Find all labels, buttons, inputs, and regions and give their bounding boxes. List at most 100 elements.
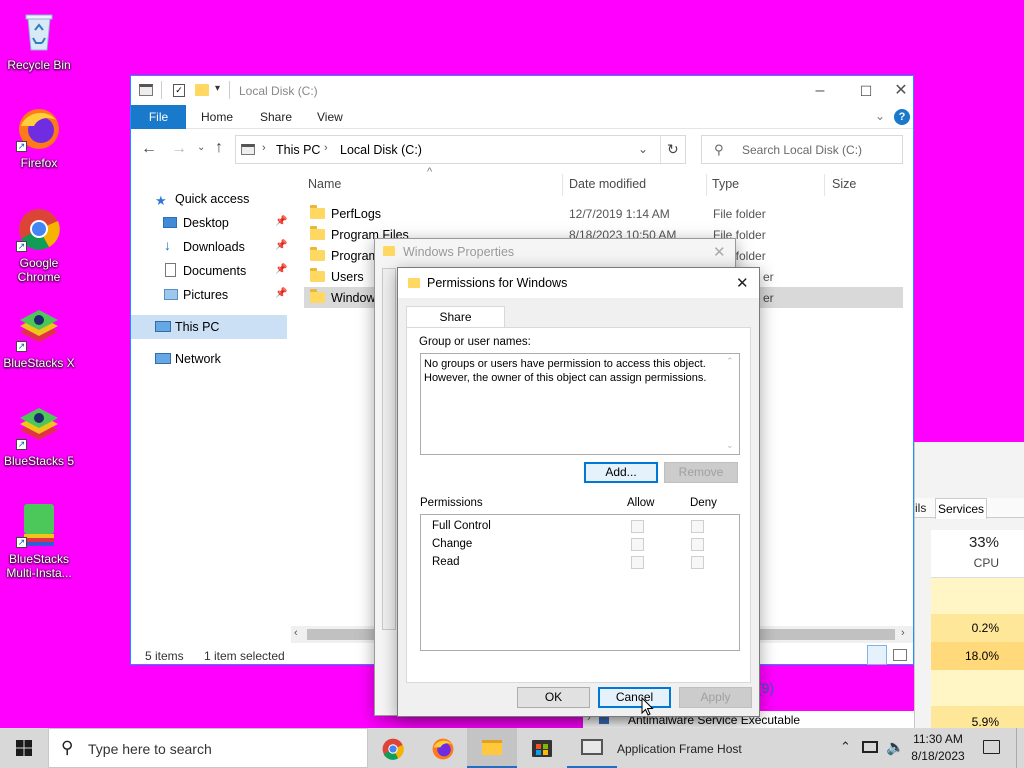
search-box[interactable]: ⚲ Search Local Disk (C:) <box>701 135 903 164</box>
add-button[interactable]: Add... <box>584 462 658 483</box>
close-button[interactable]: ✕ <box>889 76 913 106</box>
qat-dropdown-icon[interactable]: ▾ <box>215 83 220 94</box>
nav-pictures[interactable]: Pictures <box>183 284 228 306</box>
desktop-icon-firefox[interactable]: ↗ Firefox <box>2 106 76 170</box>
tab-view[interactable]: View <box>317 105 343 129</box>
address-dropdown-icon[interactable]: ⌄ <box>638 142 648 156</box>
nav-downloads[interactable]: Downloads <box>183 236 245 258</box>
back-arrow-icon[interactable]: ← <box>141 140 157 158</box>
column-type[interactable]: Type <box>712 177 739 191</box>
deny-full-control-checkbox[interactable] <box>691 520 704 533</box>
volume-icon[interactable]: 🔈 <box>886 738 905 756</box>
notifications-icon[interactable] <box>983 740 1000 754</box>
minimize-button[interactable]: – <box>797 76 843 106</box>
nav-quick-access[interactable]: Quick access <box>175 188 249 210</box>
clock-time[interactable]: 11:30 AM <box>906 732 970 746</box>
breadcrumb-chevron-icon[interactable]: › <box>262 142 266 154</box>
taskbar-file-explorer[interactable] <box>467 728 517 768</box>
task-manager-window[interactable]: ils Services 33% CPU 0.2% 18.0% 5.9% <box>914 442 1024 729</box>
breadcrumb-this-pc[interactable]: This PC <box>276 143 320 157</box>
nav-network[interactable]: Network <box>175 348 221 370</box>
deny-read-checkbox[interactable] <box>691 556 704 569</box>
column-divider[interactable] <box>562 174 563 196</box>
permissions-dialog[interactable]: Permissions for Windows ✕ Share Permissi… <box>397 267 760 717</box>
maximize-button[interactable]: ☐ <box>843 76 889 106</box>
tab-share-permissions[interactable]: Share Permissions <box>406 306 505 344</box>
pin-icon[interactable]: 📌 <box>275 288 287 299</box>
scroll-down-icon[interactable]: ⌄ <box>726 440 734 451</box>
search-icon: ⚲ <box>714 142 724 157</box>
group-list[interactable]: No groups or users have permission to ac… <box>420 353 740 455</box>
column-date-modified[interactable]: Date modified <box>569 177 646 191</box>
properties-qat-icon[interactable]: ✓ <box>173 84 185 97</box>
tab-details-partial[interactable]: ils <box>915 501 926 515</box>
cpu-value: 18.0% <box>964 649 999 663</box>
tab-home[interactable]: Home <box>201 105 233 129</box>
column-divider[interactable] <box>706 174 707 196</box>
taskbar-store[interactable] <box>528 734 558 764</box>
tab-share[interactable]: Share <box>260 105 292 129</box>
new-folder-qat-icon[interactable] <box>195 84 209 96</box>
column-divider[interactable] <box>824 174 825 196</box>
allow-change-checkbox[interactable] <box>631 538 644 551</box>
column-size[interactable]: Size <box>832 177 856 191</box>
search-input[interactable]: Search Local Disk (C:) <box>742 143 862 157</box>
desktop-icon <box>163 217 177 228</box>
taskbar-search-input[interactable]: Type here to search <box>88 741 212 757</box>
refresh-icon[interactable]: ↻ <box>667 141 679 158</box>
nav-documents[interactable]: Documents <box>183 260 246 282</box>
pin-icon[interactable]: 📌 <box>275 240 287 251</box>
remove-button[interactable]: Remove <box>664 462 738 483</box>
scroll-left-icon[interactable]: ‹ <box>294 627 298 639</box>
nav-this-pc[interactable]: This PC <box>175 316 219 338</box>
ok-button[interactable]: OK <box>517 687 590 708</box>
pin-icon[interactable]: 📌 <box>275 264 287 275</box>
taskbar-firefox[interactable] <box>428 734 458 764</box>
table-row[interactable]: PerfLogs 12/7/2019 1:14 AM File folder <box>304 204 904 224</box>
deny-change-checkbox[interactable] <box>691 538 704 551</box>
desktop-icon-recycle-bin[interactable]: Recycle Bin <box>2 8 76 72</box>
clock-date[interactable]: 8/18/2023 <box>906 749 970 763</box>
desktop-icon-label: BlueStacks X <box>3 356 75 370</box>
pin-icon[interactable]: 📌 <box>275 216 287 227</box>
taskbar-search-box[interactable]: ⚲ Type here to search <box>48 728 368 768</box>
recent-locations-icon[interactable]: ⌄ <box>197 142 205 153</box>
desktop-icon-bluestacks-5[interactable]: ↗ BlueStacks 5 <box>2 404 76 468</box>
desktop-icon-bluestacks-multi[interactable]: ↗ BlueStacks Multi-Insta... <box>2 502 76 580</box>
allow-full-control-checkbox[interactable] <box>631 520 644 533</box>
recycle-bin-icon <box>16 8 62 54</box>
taskbar-chrome[interactable] <box>378 734 408 764</box>
desktop-icon-chrome[interactable]: ↗ Google Chrome <box>2 206 76 284</box>
show-desktop-button[interactable] <box>1016 728 1024 768</box>
tab-services[interactable]: Services <box>935 498 987 519</box>
close-icon[interactable]: ✕ <box>736 274 749 292</box>
taskbar-task-manager[interactable] <box>567 728 617 768</box>
start-button[interactable] <box>0 728 48 768</box>
help-icon[interactable]: ? <box>894 109 910 125</box>
network-icon[interactable] <box>862 741 878 753</box>
forward-arrow-icon[interactable]: → <box>171 140 187 158</box>
close-icon[interactable]: ✕ <box>713 243 726 261</box>
breadcrumb-current[interactable]: Local Disk (C:) <box>340 143 422 157</box>
cancel-button[interactable]: Cancel <box>598 687 671 708</box>
shortcut-arrow-icon: ↗ <box>16 241 27 252</box>
large-icons-view-icon[interactable] <box>893 649 907 661</box>
up-arrow-icon[interactable]: ↑ <box>215 139 223 157</box>
nav-desktop[interactable]: Desktop <box>183 212 229 234</box>
expand-ribbon-icon[interactable]: ⌄ <box>875 109 885 123</box>
desktop-icon-bluestacks-x[interactable]: ↗ BlueStacks X <box>2 306 76 370</box>
scroll-up-icon[interactable]: ⌃ <box>726 356 734 367</box>
taskbar: ⚲ Type here to search Application Frame … <box>0 728 1024 768</box>
allow-read-checkbox[interactable] <box>631 556 644 569</box>
title-bar[interactable]: ✓ ▾ Local Disk (C:) – ☐ ✕ <box>131 76 913 106</box>
show-hidden-icons-icon[interactable]: ⌃ <box>840 739 851 755</box>
address-bar[interactable]: › This PC › Local Disk (C:) ⌄ ↻ <box>235 135 686 164</box>
tab-file[interactable]: File <box>131 105 186 129</box>
breadcrumb-chevron-icon[interactable]: › <box>324 142 328 154</box>
firefox-icon: ↗ <box>16 106 62 152</box>
column-name[interactable]: Name <box>308 177 341 191</box>
details-view-icon[interactable] <box>867 645 887 665</box>
scroll-right-icon[interactable]: › <box>901 627 905 639</box>
desktop-icon-label: Google Chrome <box>17 256 61 284</box>
apply-button[interactable]: Apply <box>679 687 752 708</box>
